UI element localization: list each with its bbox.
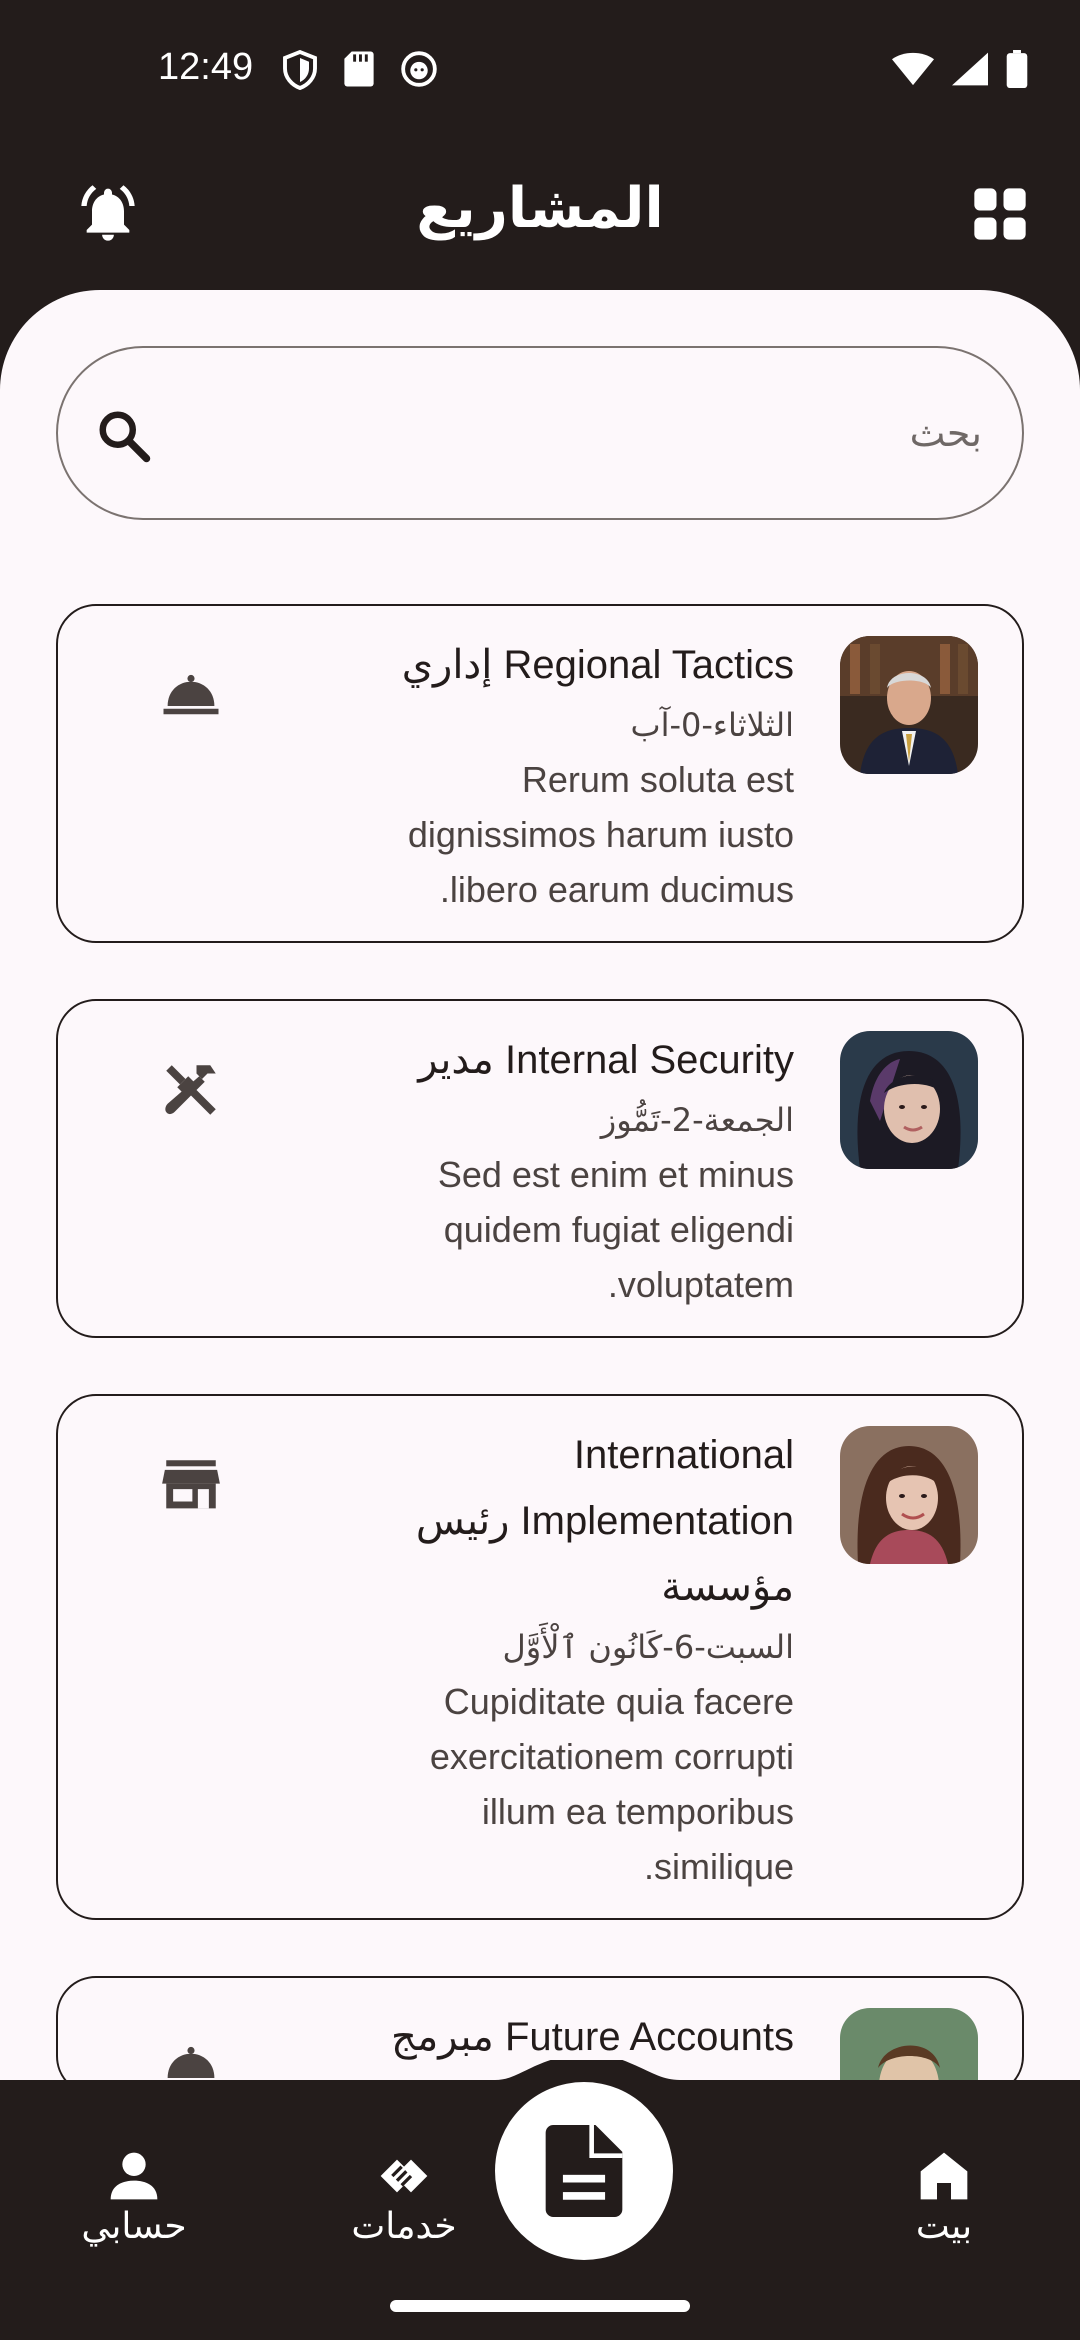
document-icon bbox=[545, 2125, 623, 2217]
sd-card-icon bbox=[344, 51, 374, 87]
signal-icon bbox=[952, 52, 988, 86]
notification-app-icon bbox=[401, 51, 437, 87]
card-text: Future Accounts مبرمج bbox=[348, 2004, 794, 2070]
nav-account-label: حسابي bbox=[81, 2206, 187, 2247]
home-indicator[interactable] bbox=[390, 2300, 690, 2312]
card-title: Internal Security مدير bbox=[418, 1038, 794, 1082]
service-bell-button[interactable] bbox=[158, 2034, 224, 2080]
card-text: Regional Tactics إداري الثلاثاء-0-آب Rer… bbox=[348, 632, 794, 917]
status-time: 12:49 bbox=[158, 46, 254, 88]
fab-document-button[interactable] bbox=[495, 2082, 673, 2260]
card-description: Rerum soluta est dignissimos harum iusto… bbox=[407, 759, 794, 910]
status-icons-left bbox=[282, 50, 438, 90]
nav-home[interactable]: بيت bbox=[854, 2148, 1034, 2247]
card-date: الجمعة-2-تَمُّوز bbox=[600, 1101, 794, 1139]
nav-services[interactable]: خدمات bbox=[314, 2148, 494, 2247]
project-card[interactable]: Regional Tactics إداري الثلاثاء-0-آب Rer… bbox=[56, 604, 1024, 943]
status-bar: 12:49 bbox=[0, 0, 1080, 140]
tools-button[interactable] bbox=[158, 1057, 224, 1123]
service-bell-button[interactable] bbox=[158, 662, 224, 728]
avatar bbox=[840, 1426, 978, 1564]
avatar bbox=[840, 636, 978, 774]
tools-icon bbox=[165, 1065, 216, 1115]
content-sheet: Regional Tactics إداري الثلاثاء-0-آب Rer… bbox=[0, 290, 1080, 2080]
shield-icon bbox=[283, 50, 317, 90]
service-bell-icon bbox=[167, 2046, 215, 2078]
store-icon bbox=[162, 1460, 220, 1509]
avatar bbox=[840, 1031, 978, 1169]
search-icon[interactable] bbox=[94, 406, 154, 466]
nav-services-label: خدمات bbox=[351, 2206, 457, 2247]
wifi-icon bbox=[892, 52, 934, 86]
store-button[interactable] bbox=[158, 1452, 224, 1518]
project-card[interactable]: Internal Security مدير الجمعة-2-تَمُّوز … bbox=[56, 999, 1024, 1338]
battery-icon bbox=[1006, 50, 1028, 88]
person-icon bbox=[110, 2152, 158, 2200]
card-title: Regional Tactics إداري bbox=[401, 643, 794, 687]
card-text: International Implementation رئيس مؤسسة … bbox=[348, 1422, 794, 1894]
card-date: الثلاثاء-0-آب bbox=[630, 706, 794, 744]
card-description: Cupiditate quia facere exercitationem co… bbox=[429, 1681, 794, 1887]
search-bar[interactable] bbox=[56, 346, 1024, 520]
card-title: International Implementation رئيس مؤسسة bbox=[415, 1433, 794, 1609]
card-title: Future Accounts مبرمج bbox=[391, 2015, 794, 2059]
card-date: السبت-6-كَانُون ٱلْأَوَّل bbox=[502, 1628, 794, 1666]
search-input[interactable] bbox=[168, 388, 982, 478]
nav-account[interactable]: حسابي bbox=[44, 2148, 224, 2247]
project-card[interactable]: International Implementation رئيس مؤسسة … bbox=[56, 1394, 1024, 1920]
status-icons-right bbox=[892, 50, 1028, 88]
project-list: Regional Tactics إداري الثلاثاء-0-آب Rer… bbox=[56, 604, 1024, 2080]
app-bar: المشاريع bbox=[0, 140, 1080, 290]
grid-view-icon bbox=[974, 188, 1026, 240]
handshake-icon bbox=[380, 2159, 428, 2193]
page-title: المشاريع bbox=[416, 176, 664, 241]
grid-view-button[interactable] bbox=[972, 186, 1028, 242]
home-icon bbox=[920, 2152, 968, 2200]
project-card[interactable]: Future Accounts مبرمج bbox=[56, 1976, 1024, 2080]
nav-home-label: بيت bbox=[915, 2206, 973, 2247]
card-description: Sed est enim et minus quidem fugiat elig… bbox=[437, 1154, 794, 1305]
service-bell-icon bbox=[163, 674, 219, 715]
avatar bbox=[840, 2008, 978, 2080]
card-text: Internal Security مدير الجمعة-2-تَمُّوز … bbox=[348, 1027, 794, 1312]
